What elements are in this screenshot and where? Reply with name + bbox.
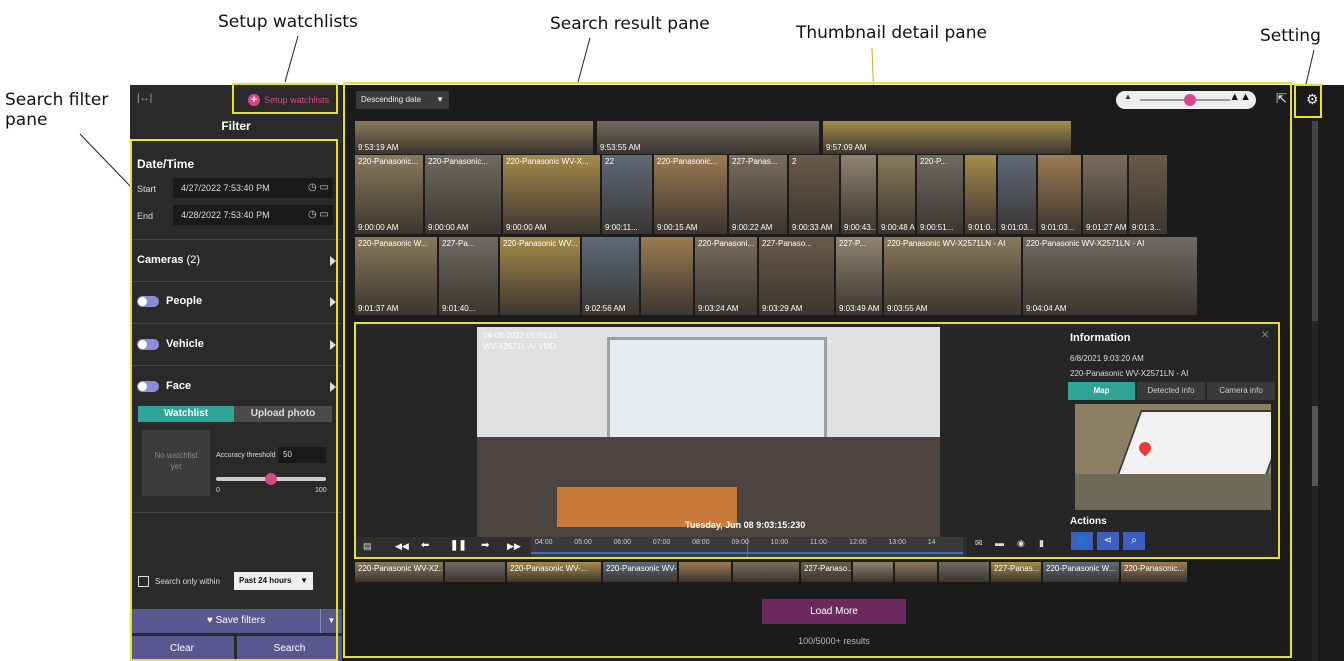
annotation-search-filter-pane: Search filter pane: [5, 90, 109, 130]
annotation-thumbnail-detail-pane: Thumbnail detail pane: [796, 23, 987, 43]
highlight-detail-pane: [354, 322, 1280, 559]
highlight-setting: [1294, 84, 1322, 118]
filter-title: Filter: [221, 119, 251, 133]
scrollbar-thumb[interactable]: [1312, 406, 1318, 486]
highlight-setup-watchlists: [232, 83, 338, 114]
annotation-setup-watchlists: Setup watchlists: [218, 12, 358, 32]
results-scrollbar-upper: [1312, 121, 1318, 321]
collapse-pane-icon[interactable]: |↔|: [137, 93, 152, 104]
annotation-setting: Setting: [1260, 26, 1321, 46]
annotation-search-result-pane: Search result pane: [550, 14, 710, 34]
highlight-filter-pane: [130, 139, 338, 661]
